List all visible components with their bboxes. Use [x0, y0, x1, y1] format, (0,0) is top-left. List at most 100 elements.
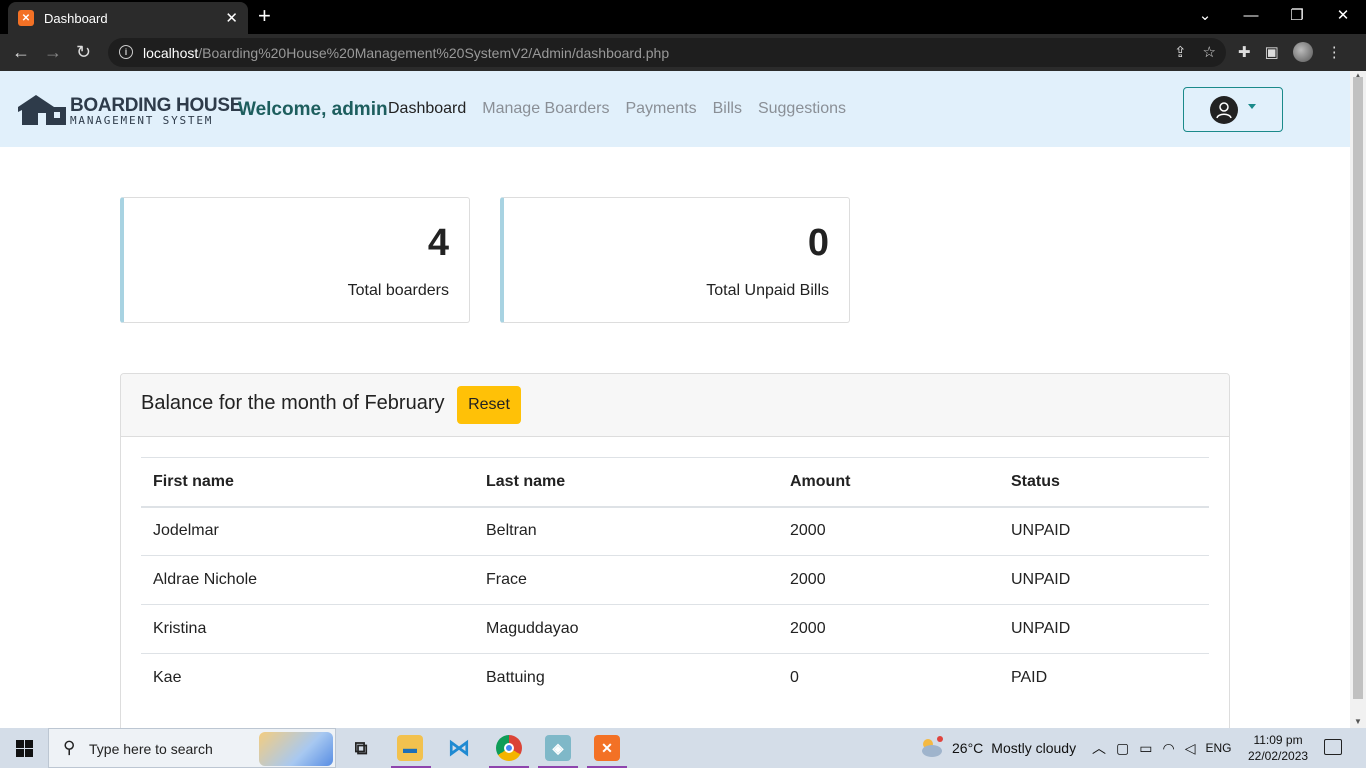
weather-cloud-icon[interactable] [918, 736, 944, 758]
scroll-thumb[interactable] [1353, 77, 1363, 699]
table-row: Aldrae Nichole Frace 2000 UNPAID [141, 555, 1209, 605]
tab-title: Dashboard [44, 10, 108, 26]
url-text[interactable]: localhost/Boarding%20House%20Management%… [143, 45, 669, 61]
chevron-up-icon[interactable]: ︿ [1092, 738, 1106, 758]
taskbar-search-box[interactable]: ⚲ Type here to search [48, 728, 336, 768]
reset-button[interactable]: Reset [457, 386, 521, 424]
meet-now-icon[interactable]: ▢ [1116, 740, 1129, 757]
column-header: Status [999, 457, 1209, 508]
table-row: Jodelmar Beltran 2000 UNPAID [141, 506, 1209, 556]
user-menu-button[interactable] [1183, 87, 1283, 132]
last-name-cell: Frace [474, 555, 778, 605]
minimize-icon[interactable]: — [1228, 0, 1274, 30]
volume-icon[interactable]: ◁ [1185, 740, 1196, 757]
forward-icon[interactable]: → [44, 41, 62, 63]
profile-avatar[interactable] [1292, 42, 1313, 62]
browser-tab-bar: ✕ Dashboard ✕ + ⌄ — ❐ ✕ [0, 0, 1366, 34]
search-highlight-illustration [259, 732, 333, 766]
chevron-down-icon [1248, 104, 1256, 109]
share-icon[interactable]: ⇪ [1174, 43, 1187, 61]
system-tray: ︿ ▢ ▭ ◠ ◁ ENG [1092, 728, 1231, 768]
total-boarders-value: 4 [427, 222, 449, 264]
column-header: Amount [778, 457, 999, 508]
windows-taskbar: ⚲ Type here to search ⧉ ▬ ⋈ ◈ ✕ 26°C Mos… [0, 728, 1366, 768]
battery-icon[interactable]: ▭ [1139, 740, 1152, 757]
close-window-icon[interactable]: ✕ [1320, 0, 1366, 30]
weather-widget[interactable]: 26°C Mostly cloudy [952, 728, 1076, 768]
column-header: Last name [474, 457, 778, 508]
browser-tab[interactable]: ✕ Dashboard ✕ [8, 2, 248, 34]
bookmark-star-icon[interactable]: ☆ [1203, 43, 1216, 61]
new-tab-icon[interactable]: + [258, 5, 271, 27]
scroll-down-arrow-icon[interactable]: ▼ [1354, 717, 1362, 726]
windows-start-icon[interactable] [16, 740, 33, 757]
amount-cell: 2000 [778, 555, 999, 605]
back-icon[interactable]: ← [12, 41, 30, 63]
amount-cell: 0 [778, 653, 999, 703]
unpaid-bills-label: Total Unpaid Bills [706, 282, 829, 299]
temperature: 26°C [952, 740, 984, 756]
first-name-cell: Kae [141, 653, 474, 703]
address-bar[interactable]: i localhost/Boarding%20House%20Managemen… [108, 38, 1226, 67]
welcome-text: Welcome, admin [238, 99, 388, 120]
restore-icon[interactable]: ❐ [1274, 0, 1320, 30]
table-row: Kristina Maguddayao 2000 UNPAID [141, 604, 1209, 654]
nav-manage-boarders[interactable]: Manage Boarders [482, 100, 609, 118]
notification-center-icon[interactable] [1324, 739, 1342, 755]
status-cell: PAID [999, 653, 1209, 703]
page-content: BOARDING HOUSE MANAGEMENT SYSTEM Welcome… [0, 71, 1350, 728]
status-cell: UNPAID [999, 506, 1209, 556]
task-view-icon[interactable]: ⧉ [348, 735, 374, 761]
page-scrollbar[interactable]: ▲ ▼ [1350, 71, 1366, 728]
browser-toolbar: ← → ↻ i localhost/Boarding%20House%20Man… [0, 34, 1366, 71]
column-header: First name [141, 457, 474, 508]
clock-time: 11:09 pm [1253, 733, 1303, 747]
house-logo-icon [18, 95, 66, 125]
site-info-icon[interactable]: i [119, 45, 133, 59]
first-name-cell: Aldrae Nichole [141, 555, 474, 605]
first-name-cell: Kristina [141, 604, 474, 654]
extensions-icon[interactable]: ✚ [1238, 43, 1251, 61]
status-cell: UNPAID [999, 555, 1209, 605]
stat-card-unpaid-bills: 0 Total Unpaid Bills [500, 197, 850, 323]
notes-app-icon[interactable]: ◈ [545, 735, 571, 761]
main-nav: Dashboard Manage Boarders Payments Bills… [388, 100, 846, 118]
tab-close-icon[interactable]: ✕ [225, 9, 238, 27]
window-controls: ⌄ — ❐ ✕ [1182, 0, 1366, 34]
stat-card-total-boarders: 4 Total boarders [120, 197, 470, 323]
last-name-cell: Beltran [474, 506, 778, 556]
xampp-icon[interactable]: ✕ [594, 735, 620, 761]
xampp-favicon-icon: ✕ [18, 10, 34, 26]
total-boarders-label: Total boarders [347, 282, 449, 299]
language-indicator[interactable]: ENG [1205, 741, 1231, 755]
user-avatar-icon [1210, 96, 1238, 124]
file-explorer-icon[interactable]: ▬ [397, 735, 423, 761]
menu-kebab-icon[interactable]: ⋮ [1327, 43, 1342, 61]
site-navbar: BOARDING HOUSE MANAGEMENT SYSTEM Welcome… [0, 71, 1350, 147]
nav-suggestions[interactable]: Suggestions [758, 100, 846, 118]
side-panel-icon[interactable]: ▣ [1265, 43, 1279, 61]
reload-icon[interactable]: ↻ [76, 41, 91, 63]
first-name-cell: Jodelmar [141, 506, 474, 556]
wifi-icon[interactable]: ◠ [1162, 740, 1174, 757]
vscode-icon[interactable]: ⋈ [446, 735, 472, 761]
last-name-cell: Battuing [474, 653, 778, 703]
table-header-row: First name Last name Amount Status [141, 457, 1209, 508]
site-logo[interactable]: BOARDING HOUSE MANAGEMENT SYSTEM [16, 93, 242, 129]
balance-table: First name Last name Amount Status Jodel… [141, 457, 1209, 703]
clock-date: 22/02/2023 [1248, 749, 1309, 763]
nav-bills[interactable]: Bills [713, 100, 742, 118]
nav-dashboard[interactable]: Dashboard [388, 100, 466, 118]
last-name-cell: Maguddayao [474, 604, 778, 654]
status-cell: UNPAID [999, 604, 1209, 654]
nav-payments[interactable]: Payments [625, 100, 696, 118]
tab-search-icon[interactable]: ⌄ [1182, 0, 1228, 30]
chrome-icon[interactable] [496, 735, 522, 761]
logo-subtitle: MANAGEMENT SYSTEM [70, 114, 214, 127]
balance-card: Balance for the month of February Reset … [120, 373, 1230, 728]
table-row: Kae Battuing 0 PAID [141, 653, 1209, 703]
weather-condition: Mostly cloudy [991, 740, 1077, 756]
amount-cell: 2000 [778, 604, 999, 654]
search-icon: ⚲ [63, 738, 76, 757]
taskbar-clock[interactable]: 11:09 pm 22/02/2023 [1248, 732, 1308, 764]
